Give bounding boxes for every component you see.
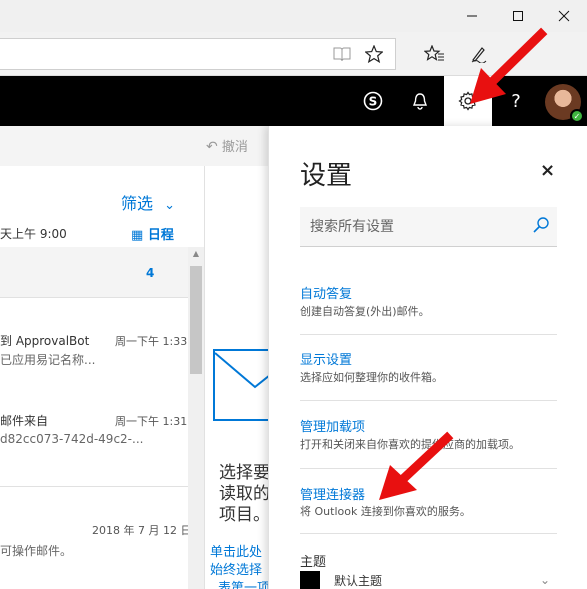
select-first-item-link[interactable]: 单击此处 <box>210 541 262 560</box>
scrollbar-thumb[interactable] <box>190 266 202 374</box>
close-settings-button[interactable]: × <box>540 160 555 181</box>
settings-auto-reply-link[interactable]: 自动答复 <box>300 283 352 302</box>
calendar-icon: ▦ <box>131 228 144 243</box>
reading-view-button[interactable] <box>326 38 358 70</box>
mail-item-date: 2018 年 7 月 12 日 <box>92 524 192 537</box>
settings-connectors-link[interactable]: 管理连接器 <box>300 484 365 503</box>
settings-item-desc: 将 Outlook 连接到你喜欢的服务。 <box>300 505 471 518</box>
star-icon <box>365 45 383 63</box>
divider <box>0 297 188 298</box>
theme-swatch[interactable] <box>300 571 320 589</box>
maximize-icon <box>513 11 523 21</box>
unread-count: 4 <box>146 266 155 280</box>
avatar[interactable]: ✓ <box>545 84 584 123</box>
minimize-button[interactable] <box>449 0 495 32</box>
gear-icon <box>458 91 478 111</box>
notifications-button[interactable] <box>397 76 443 126</box>
mail-item-date: 周一下午 1:33 <box>115 335 188 348</box>
chevron-down-icon[interactable]: ⌄ <box>540 573 550 587</box>
agenda-label: 日程 <box>147 228 174 243</box>
skype-icon: S <box>363 91 383 111</box>
divider <box>300 334 557 335</box>
favorite-button[interactable] <box>358 38 390 70</box>
filter-label: 筛选 <box>121 194 154 213</box>
pen-icon <box>471 47 487 63</box>
settings-search-input[interactable] <box>300 207 525 247</box>
settings-item-desc: 选择应如何整理你的收件箱。 <box>300 371 443 384</box>
help-label: ? <box>511 90 521 112</box>
divider <box>300 400 557 401</box>
mail-item-preview[interactable]: d82cc073-742d-49c2-... <box>0 432 143 446</box>
svg-text:S: S <box>369 95 378 109</box>
select-first-item-link[interactable]: 始终选择 <box>210 559 262 578</box>
mail-item-preview[interactable]: 可操作邮件。 <box>0 542 72 559</box>
theme-name[interactable]: 默认主题 <box>334 572 382 589</box>
agenda-link[interactable]: ▦ 日程 <box>131 224 174 243</box>
skype-button[interactable]: S <box>350 76 396 126</box>
settings-search[interactable] <box>300 207 557 247</box>
maximize-button[interactable] <box>495 0 541 32</box>
mail-group-header[interactable] <box>0 247 188 297</box>
agenda-time: 明天上午 9:00 <box>0 227 67 241</box>
divider <box>0 486 188 487</box>
help-button[interactable]: ? <box>493 76 539 126</box>
reading-pane-message: 选择要 读取的 项目。 <box>219 463 270 526</box>
favorites-hub-button[interactable] <box>418 38 450 70</box>
undo-icon: ↶ <box>206 139 218 155</box>
reading-line: 选择要 <box>219 463 270 483</box>
theme-label: 主题 <box>300 555 327 570</box>
settings-title: 设置 <box>300 161 353 191</box>
select-first-item-link[interactable]: 表第一项 <box>218 577 270 589</box>
chevron-down-icon: ⌄ <box>164 198 176 213</box>
reading-line: 读取的 <box>219 484 270 504</box>
reading-view-icon <box>333 47 351 62</box>
settings-addins-link[interactable]: 管理加载项 <box>300 416 365 435</box>
mail-item-date: 周一下午 1:31 <box>115 415 188 428</box>
bell-icon <box>412 93 428 110</box>
settings-item-desc: 打开和关闭来自你喜欢的提供应商的加载项。 <box>300 438 520 451</box>
mail-item-preview[interactable]: 已应用易记名称... <box>0 351 95 368</box>
mail-item-sender[interactable]: 到 ApprovalBot <box>0 332 89 349</box>
scroll-up-icon[interactable]: ▲ <box>188 249 204 261</box>
filter-dropdown[interactable]: 筛选 ⌄ <box>121 190 175 214</box>
undo-label: 撤消 <box>221 140 248 155</box>
envelope-icon <box>213 349 273 421</box>
divider <box>300 533 557 534</box>
reading-line: 项目。 <box>219 505 270 525</box>
search-icon[interactable] <box>531 215 551 235</box>
close-icon <box>558 10 570 22</box>
settings-display-link[interactable]: 显示设置 <box>300 349 352 368</box>
pane-divider <box>204 166 205 589</box>
online-status-icon: ✓ <box>570 109 584 123</box>
close-window-button[interactable] <box>541 0 587 32</box>
settings-item-desc: 创建自动答复(外出)邮件。 <box>300 305 430 318</box>
notes-button[interactable] <box>463 38 495 70</box>
minimize-icon <box>467 15 477 17</box>
mail-item-sender[interactable]: 邮件来自 <box>0 412 48 429</box>
favorites-hub-icon <box>424 45 444 61</box>
divider <box>300 468 557 469</box>
settings-gear-button[interactable] <box>444 76 492 126</box>
undo-button[interactable]: ↶ 撤消 <box>206 136 248 155</box>
